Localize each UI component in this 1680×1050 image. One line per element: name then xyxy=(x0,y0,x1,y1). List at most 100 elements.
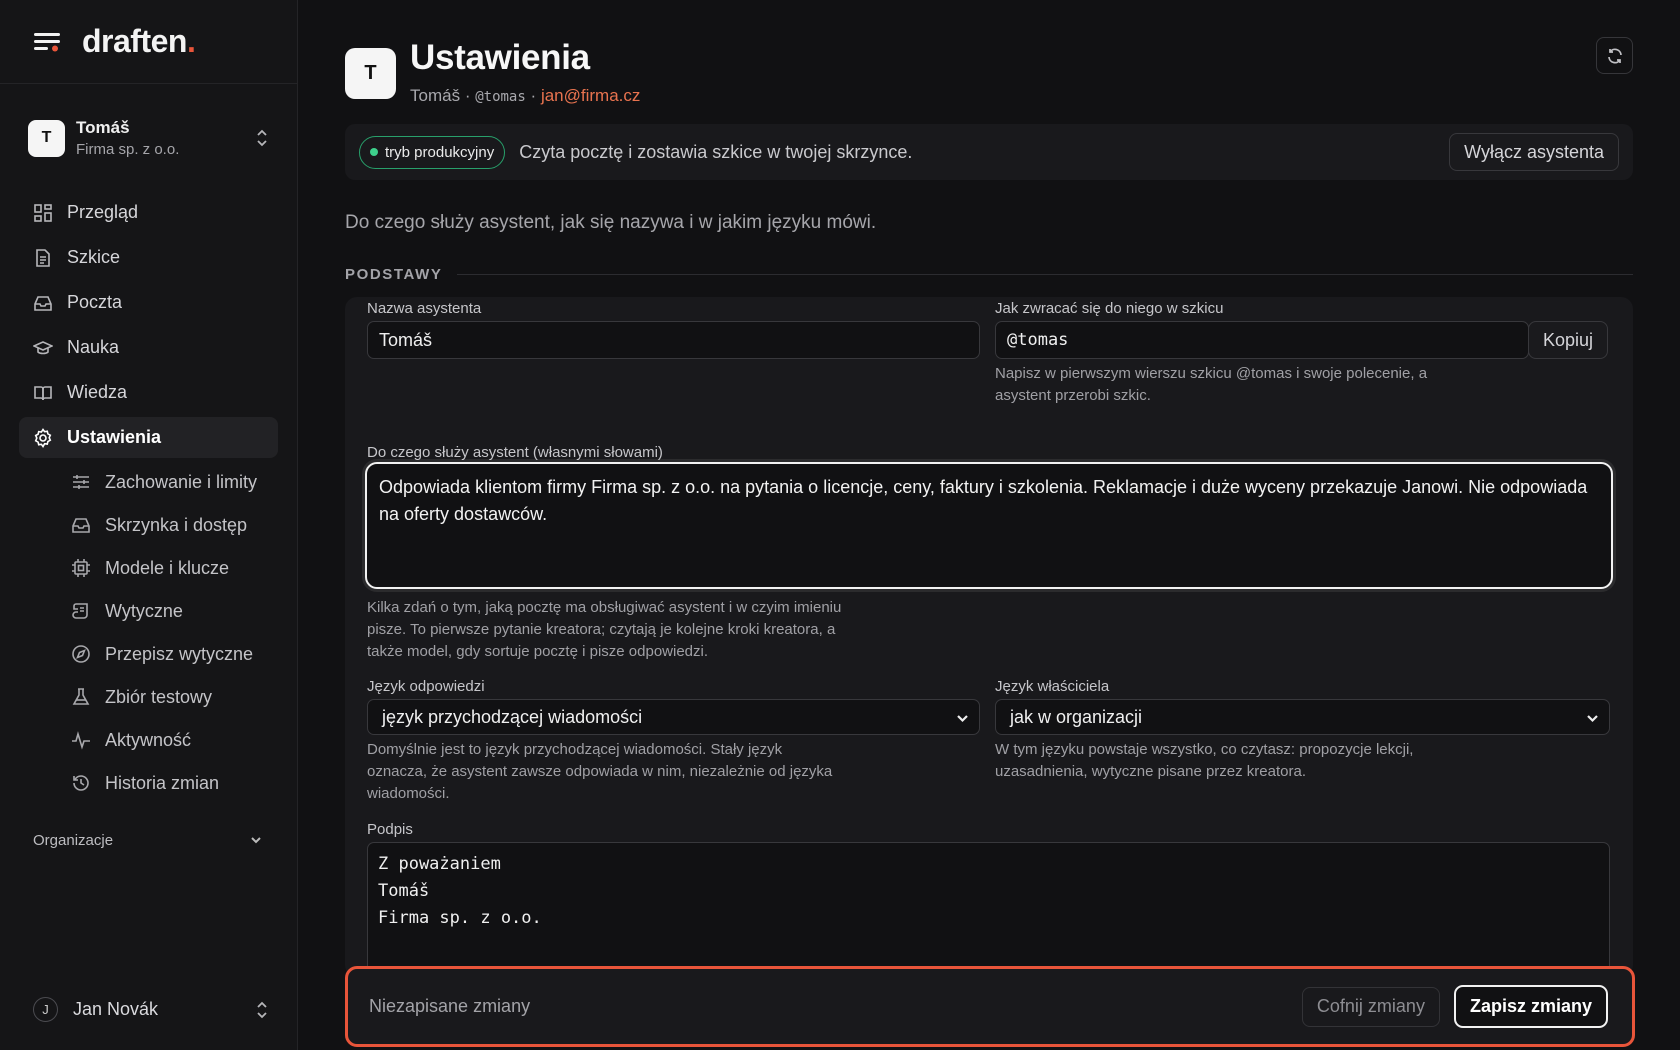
subnav-item-label: Przepisz wytyczne xyxy=(105,643,254,664)
logo-row: draften. xyxy=(0,0,297,84)
chevron-down-icon xyxy=(251,837,261,844)
chevron-updown-icon xyxy=(257,1001,267,1018)
unsaved-changes-text: Niezapisane zmiany xyxy=(369,996,531,1016)
address-help: Napisz w pierwszym wierszu szkicu @tomas… xyxy=(995,365,1428,404)
subnav-item-przepisz[interactable]: Przepisz wytyczne xyxy=(19,634,278,674)
signature-label: Podpis xyxy=(367,821,413,838)
assistant-name: Tomáš xyxy=(410,86,461,105)
user-avatar: J xyxy=(33,997,58,1022)
save-changes-button[interactable]: Zapisz zmiany xyxy=(1453,985,1608,1028)
account-switcher[interactable]: T Tomáš Firma sp. z o.o. xyxy=(0,84,297,192)
chevron-updown-icon xyxy=(257,129,267,147)
refresh-icon xyxy=(1607,47,1622,64)
subnav-item-label: Zbiór testowy xyxy=(105,686,213,707)
org-section-label: Organizacje xyxy=(33,831,114,849)
subnav-item-zbior[interactable]: Zbiór testowy xyxy=(19,677,278,717)
copy-handle-button[interactable]: Kopiuj xyxy=(1528,321,1609,359)
document-icon xyxy=(36,248,50,267)
org-section-toggle[interactable]: Organizacje xyxy=(0,825,297,855)
subnav-item-zachowanie[interactable]: Zachowanie i limity xyxy=(19,462,278,502)
owner-email-link[interactable]: jan@firma.cz xyxy=(541,86,640,105)
user-name: Jan Novák xyxy=(73,999,159,1019)
owner-language-help: W tym języku powstaje wszystko, co czyta… xyxy=(995,741,1414,780)
main-content: T Ustawienia Tomáš · @tomas · jan@firma.… xyxy=(299,0,1680,1050)
graduation-cap-icon xyxy=(33,340,53,354)
purpose-textarea[interactable]: Odpowiada klientom firmy Firma sp. z o.o… xyxy=(365,462,1613,589)
subnav-item-historia[interactable]: Historia zmian xyxy=(19,763,278,803)
nav-item-nauka[interactable]: Nauka xyxy=(19,327,278,368)
history-icon xyxy=(73,775,89,791)
nav-item-label: Wiedza xyxy=(67,382,128,402)
subnav-item-aktywnosc[interactable]: Aktywność xyxy=(19,720,278,760)
sliders-icon xyxy=(73,475,89,489)
flask-icon xyxy=(72,688,90,705)
reply-language-select[interactable]: język przychodzącej wiadomości xyxy=(367,699,980,735)
address-label: Jak zwracać się do niego w szkicu xyxy=(995,300,1224,317)
chip-icon xyxy=(72,559,90,577)
reply-language-help: Domyślnie jest to język przychodzącej wi… xyxy=(367,741,833,802)
address-handle-input[interactable]: @tomas xyxy=(995,321,1529,359)
purpose-help: Kilka zdań o tym, jaką pocztę ma obsługi… xyxy=(367,599,842,660)
nav-item-label: Szkice xyxy=(67,247,121,267)
nav-item-ustawienia[interactable]: Ustawienia xyxy=(19,417,278,458)
nav-item-label: Przegląd xyxy=(67,202,139,222)
nav-item-szkice[interactable]: Szkice xyxy=(19,237,278,278)
subnav-item-label: Zachowanie i limity xyxy=(105,471,258,492)
assistant-name-input[interactable]: Tomáš xyxy=(367,321,980,359)
nav-item-przeglad[interactable]: Przegląd xyxy=(19,192,278,233)
user-menu[interactable]: J Jan Novák xyxy=(0,997,297,1022)
subnav-item-label: Skrzynka i dostęp xyxy=(105,514,248,535)
subnav-item-wytyczne[interactable]: Wytyczne xyxy=(19,591,278,631)
status-bar: tryb produkcyjny Czyta pocztę i zostawia… xyxy=(345,124,1633,180)
subnav-item-label: Historia zmian xyxy=(105,772,220,793)
status-text: Czyta pocztę i zostawia szkice w twojej … xyxy=(519,141,913,162)
compass-icon xyxy=(72,645,90,663)
page-subtitle: Tomáš · @tomas · jan@firma.cz xyxy=(410,86,641,105)
purpose-label: Do czego służy asystent (własnymi słowam… xyxy=(367,444,663,461)
reply-language-label: Język odpowiedzi xyxy=(367,678,485,695)
owner-language-select[interactable]: jak w organizacji xyxy=(995,699,1610,735)
subnav-item-skrzynka[interactable]: Skrzynka i dostęp xyxy=(19,505,278,545)
gear-icon xyxy=(34,427,52,448)
activity-icon xyxy=(72,731,90,750)
nav-item-label: Ustawienia xyxy=(67,427,162,447)
subnav-item-modele[interactable]: Modele i klucze xyxy=(19,548,278,588)
subnav-item-label: Aktywność xyxy=(105,729,192,750)
section-heading: PODSTAWY xyxy=(345,266,1633,283)
account-avatar: T xyxy=(28,119,65,157)
inbox-icon xyxy=(72,518,90,533)
page-intro: Do czego służy asystent, jak się nazywa … xyxy=(345,212,877,233)
inbox-icon xyxy=(34,295,52,311)
grid-icon xyxy=(34,203,52,222)
status-dot xyxy=(370,148,378,156)
assistant-avatar: T xyxy=(345,48,396,99)
chevron-down-icon xyxy=(1587,715,1598,723)
nav-item-label: Nauka xyxy=(67,337,120,357)
section-divider xyxy=(456,274,1633,275)
scroll-icon xyxy=(72,603,88,619)
logo: draften. xyxy=(82,23,196,59)
sidebar: draften. T Tomáš Firma sp. z o.o. Przegl… xyxy=(0,0,298,1050)
basics-card: Nazwa asystenta Tomáš Jak zwracać się do… xyxy=(345,297,1633,977)
owner-language-label: Język właściciela xyxy=(995,678,1110,695)
signature-textarea[interactable]: Z poważaniem Tomáš Firma sp. z o.o. xyxy=(367,842,1610,977)
name-label: Nazwa asystenta xyxy=(367,300,482,317)
refresh-button[interactable] xyxy=(1596,37,1633,74)
book-icon xyxy=(34,385,52,400)
account-name: Tomáš xyxy=(76,118,130,137)
page-header: T Ustawienia Tomáš · @tomas · jan@firma.… xyxy=(345,38,640,106)
chevron-down-icon xyxy=(957,715,968,723)
main-nav: Przegląd Szkice Poczta Nauka Wiedza Usta… xyxy=(0,192,297,803)
nav-item-poczta[interactable]: Poczta xyxy=(19,282,278,323)
account-org: Firma sp. z o.o. xyxy=(76,141,180,158)
unsaved-changes-bar: Niezapisane zmiany Cofnij zmiany Zapisz … xyxy=(345,966,1635,1047)
revert-changes-button[interactable]: Cofnij zmiany xyxy=(1301,986,1440,1027)
assistant-handle: @tomas xyxy=(475,89,526,105)
nav-item-wiedza[interactable]: Wiedza xyxy=(19,372,278,413)
subnav-item-label: Wytyczne xyxy=(105,600,183,621)
status-badge: tryb produkcyjny xyxy=(359,135,506,169)
nav-item-label: Poczta xyxy=(67,292,123,312)
disable-assistant-button[interactable]: Wyłącz asystenta xyxy=(1449,133,1619,171)
menu-icon[interactable] xyxy=(34,31,60,53)
page-title: Ustawienia xyxy=(410,38,590,77)
